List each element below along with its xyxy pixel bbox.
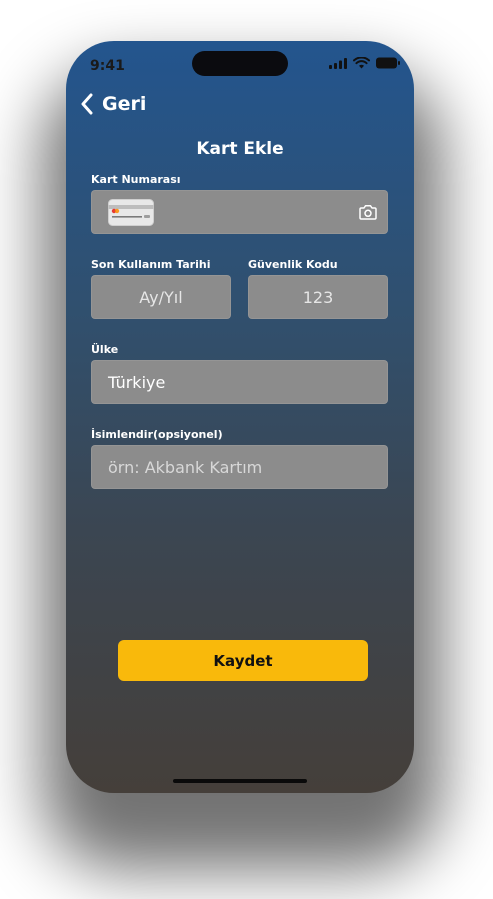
phone-screen: 9:41 Geri Kart Ekle Kart Numarası Son Ku… [66,41,414,793]
country-label: Ülke [91,343,119,356]
card-number-field[interactable] [91,190,388,234]
expiry-field[interactable]: Ay/Yıl [91,275,231,319]
save-button[interactable]: Kaydet [118,640,368,681]
nickname-field[interactable]: örn: Akbank Kartım [91,445,388,489]
cvv-label: Güvenlik Kodu [248,258,338,271]
back-label: Geri [102,93,147,115]
page-title: Kart Ekle [196,139,284,159]
status-time: 9:41 [90,58,125,74]
credit-card-icon [108,199,154,226]
battery-icon [376,57,400,69]
country-field[interactable]: Türkiye [91,360,388,404]
country-value: Türkiye [108,372,166,392]
nickname-label: İsimlendir(opsiyonel) [91,428,223,441]
dynamic-island [192,51,288,76]
status-icons [329,57,400,69]
expiry-label: Son Kullanım Tarihi [91,258,211,271]
card-number-label: Kart Numarası [91,173,181,186]
cvv-placeholder: 123 [302,287,334,307]
wifi-icon [353,57,370,69]
expiry-placeholder: Ay/Yıl [139,287,183,307]
back-button[interactable]: Geri [80,93,146,115]
camera-icon[interactable] [359,204,377,220]
signal-icon [329,57,347,69]
nickname-placeholder: örn: Akbank Kartım [108,457,263,477]
cvv-field[interactable]: 123 [248,275,388,319]
home-indicator [173,779,307,783]
chevron-left-icon [81,93,93,115]
